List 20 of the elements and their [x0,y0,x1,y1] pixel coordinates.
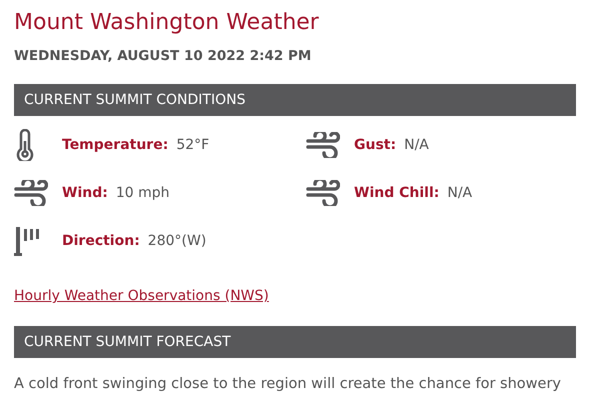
observations-link[interactable]: Hourly Weather Observations (NWS) [14,288,269,304]
condition-value: 280°(W) [148,233,206,249]
condition-label: Gust: [354,137,396,153]
condition-value: N/A [447,185,472,201]
condition-label: Temperature: [62,137,168,153]
wind-icon [306,180,340,206]
condition-label: Wind: [62,185,108,201]
section-header: CURRENT SUMMIT CONDITIONS [14,84,576,116]
page-title: Mount Washington Weather [14,9,320,37]
section-header: CURRENT SUMMIT FORECAST [14,326,576,358]
condition-label: Wind Chill: [354,185,440,201]
condition-value: 52°F [176,137,210,153]
condition-value: N/A [404,137,429,153]
forecast-text: A cold front swinging close to the region will create the chance for showery [14,375,562,394]
date-time: WEDNESDAY, AUGUST 10 2022 2:42 PM [14,48,312,64]
wind-icon [14,180,48,206]
wind-icon [306,132,340,158]
condition-value: 10 mph [116,185,170,201]
thermometer-icon [14,129,36,161]
condition-label: Direction: [62,233,140,249]
